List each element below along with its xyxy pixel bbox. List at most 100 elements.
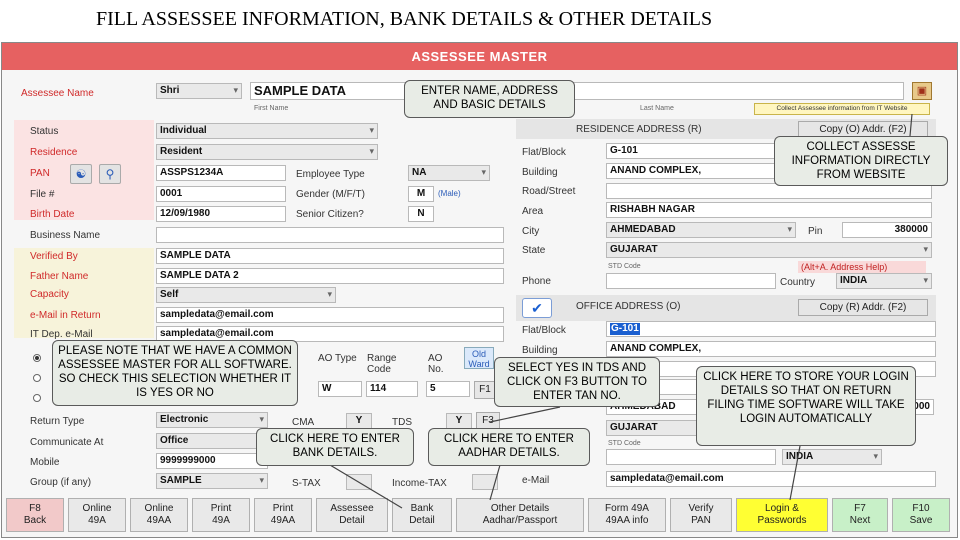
print-49a-l2: 49A — [212, 515, 230, 526]
f7-next-button[interactable]: F7 Next — [832, 498, 888, 532]
tds-input[interactable]: Y — [446, 413, 472, 429]
print-49aa-button[interactable]: Print 49AA — [254, 498, 312, 532]
assessee-name-label: Assessee Name — [21, 88, 94, 99]
email-input[interactable]: sampledata@email.com — [156, 307, 504, 323]
communicate-at-label: Communicate At — [30, 437, 104, 448]
father-name-label: Father Name — [30, 271, 89, 282]
copy-residence-address-button[interactable]: Copy (R) Addr. (F2) — [798, 299, 928, 316]
ao-no-label: AO No. — [428, 353, 444, 375]
status-label: Status — [30, 126, 59, 137]
city-select[interactable]: AHMEDABAD — [606, 222, 796, 238]
other-details-button[interactable]: Other Details Aadhar/Passport — [456, 498, 584, 532]
form-49a-info-l2: 49AA info — [605, 515, 649, 526]
return-type-select[interactable]: Electronic — [156, 412, 268, 428]
assessee-detail-button[interactable]: Assessee Detail — [316, 498, 388, 532]
residence-label: Residence — [30, 147, 78, 158]
birth-date-input[interactable]: 12/09/1980 — [156, 206, 286, 222]
group-select[interactable]: SAMPLE — [156, 473, 268, 489]
ao-type-input[interactable]: W — [318, 381, 362, 397]
bank-detail-button[interactable]: Bank Detail — [392, 498, 452, 532]
state-select[interactable]: GUJARAT — [606, 242, 932, 258]
common-master-radio-no[interactable] — [33, 374, 41, 382]
cma-label: CMA — [292, 417, 315, 428]
online-49a-button[interactable]: Online 49A — [68, 498, 126, 532]
verified-by-input[interactable]: SAMPLE DATA — [156, 248, 504, 264]
office-building-label: Building — [522, 345, 558, 356]
cma-input[interactable]: Y — [346, 413, 372, 429]
country-select[interactable]: INDIA — [836, 273, 932, 289]
office-email-input[interactable]: sampledata@email.com — [606, 471, 936, 487]
email-label: e-Mail in Return — [30, 310, 101, 321]
collect-website-link[interactable]: Collect Assessee information from IT Web… — [754, 103, 930, 115]
office-phone-input[interactable] — [606, 449, 776, 465]
gender-input[interactable]: M — [408, 186, 434, 202]
assessee-detail-l1: Assessee — [330, 503, 374, 514]
address-help-link[interactable]: (Alt+A. Address Help) — [798, 261, 926, 273]
online-49aa-button[interactable]: Online 49AA — [130, 498, 188, 532]
communicate-at-select[interactable]: Office — [156, 433, 268, 449]
s-tax-input[interactable] — [346, 474, 372, 490]
print-49a-button[interactable]: Print 49A — [192, 498, 250, 532]
flat-input[interactable]: G-101 — [606, 143, 776, 159]
pan-verify-icon[interactable]: ☯ — [70, 164, 92, 184]
f1-button[interactable]: F1 — [474, 381, 496, 399]
callout-collect: COLLECT ASSESSE INFORMATION DIRECTLY FRO… — [774, 136, 948, 186]
checkmark-icon[interactable]: ✔ — [522, 298, 552, 318]
capacity-label: Capacity — [30, 289, 69, 300]
form-49a-info-l1: Form 49A — [605, 503, 649, 514]
old-ward-label: Old Ward — [464, 347, 494, 369]
status-select[interactable]: Individual — [156, 123, 378, 139]
callout-store-login: CLICK HERE TO STORE YOUR LOGIN DETAILS S… — [696, 366, 916, 446]
business-name-input[interactable] — [156, 227, 504, 243]
f8-back-l2: Back — [23, 515, 47, 526]
print-49aa-l2: 49AA — [270, 515, 296, 526]
phone-label: Phone — [522, 276, 551, 287]
gender-label: Gender (M/F/T) — [296, 189, 365, 200]
last-name-input[interactable] — [572, 82, 904, 100]
verify-pan-button[interactable]: Verify PAN — [670, 498, 732, 532]
residence-select[interactable]: Resident — [156, 144, 378, 160]
first-name-input[interactable]: SAMPLE DATA — [250, 82, 410, 100]
residence-address-title: RESIDENCE ADDRESS (R) — [576, 124, 702, 135]
state-label: State — [522, 245, 546, 256]
salutation-select[interactable]: Shri — [156, 83, 242, 99]
office-building-input[interactable]: ANAND COMPLEX, — [606, 341, 936, 357]
slide-title: FILL ASSESSEE INFORMATION, BANK DETAILS … — [0, 0, 960, 40]
login-passwords-button[interactable]: Login & Passwords — [736, 498, 828, 532]
f8-back-button[interactable]: F8 Back — [6, 498, 64, 532]
file-input[interactable]: 0001 — [156, 186, 286, 202]
employee-type-select[interactable]: NA — [408, 165, 490, 181]
senior-citizen-input[interactable]: N — [408, 206, 434, 222]
f10-save-button[interactable]: F10 Save — [892, 498, 950, 532]
callout-please-note: PLEASE NOTE THAT WE HAVE A COMMON ASSESS… — [52, 340, 298, 406]
mobile-input[interactable]: 9999999000 — [156, 453, 268, 469]
income-tax-input[interactable] — [472, 474, 498, 490]
building-input[interactable]: ANAND COMPLEX, — [606, 163, 776, 179]
area-input[interactable]: RISHABH NAGAR — [606, 202, 932, 218]
capacity-select[interactable]: Self — [156, 287, 336, 303]
phone-input[interactable] — [606, 273, 776, 289]
common-master-radio-yes[interactable] — [33, 354, 41, 362]
f10-save-l2: Save — [909, 515, 933, 526]
common-master-radio-other[interactable] — [33, 394, 41, 402]
father-name-input[interactable]: SAMPLE DATA 2 — [156, 268, 504, 284]
employee-type-label: Employee Type — [296, 169, 365, 180]
pan-input[interactable]: ASSPS1234A — [156, 165, 286, 181]
first-name-caption: First Name — [254, 105, 289, 112]
range-code-input[interactable]: 114 — [366, 381, 418, 397]
building-label: Building — [522, 167, 558, 178]
lock-icon[interactable]: ▣ — [912, 82, 932, 100]
f8-back-l1: F8 — [29, 503, 41, 514]
office-flat-input[interactable]: G-101 — [606, 321, 936, 337]
office-country-select[interactable]: INDIA — [782, 449, 882, 465]
f7-next-l2: Next — [849, 515, 871, 526]
office-address-title: OFFICE ADDRESS (O) — [576, 301, 681, 312]
verified-by-label: Verified By — [30, 251, 78, 262]
office-email-label: e-Mail — [522, 475, 550, 486]
road-label: Road/Street — [522, 186, 576, 197]
search-icon[interactable]: ⚲ — [99, 164, 121, 184]
form-49a-info-button[interactable]: Form 49A 49AA info — [588, 498, 666, 532]
income-tax-label: Income-TAX — [392, 478, 447, 489]
ao-no-input[interactable]: 5 — [426, 381, 470, 397]
pin-input[interactable]: 380000 — [842, 222, 932, 238]
